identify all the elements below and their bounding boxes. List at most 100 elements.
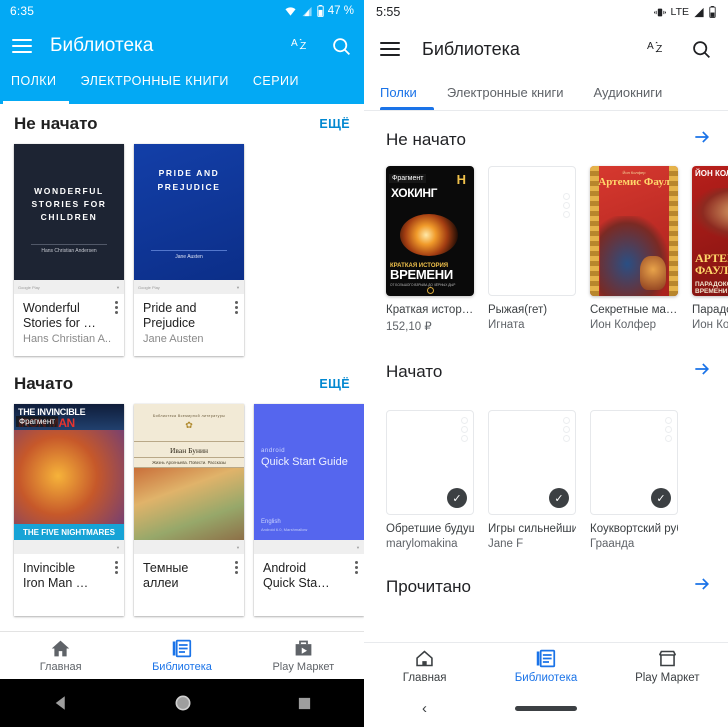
home-pill-icon[interactable] (515, 705, 577, 711)
cover-series: Библиотека Всемирной литературы (152, 414, 226, 418)
hamburger-icon[interactable] (12, 39, 32, 53)
book-card[interactable]: Библиотека Всемирной литературы ✿ Иван Б… (134, 404, 244, 616)
left-system-nav-bar (0, 679, 364, 727)
search-icon[interactable] (331, 36, 352, 57)
book-author: Hans Christian A.. (23, 333, 112, 345)
cover-title-line2: ФАУЛ (695, 263, 728, 277)
book-cover[interactable]: Фрагмент Н ХОКИНГ КРАТКАЯ ИСТОРИЯ ВРЕМЕН… (386, 166, 474, 296)
section-header-started: Начато ЕЩЁ (0, 356, 364, 398)
cover-subtitle: ОТ БОЛЬШОГО ВЗРЫВА ДО ЧЁРНЫХ ДЫР (390, 283, 456, 287)
back-triangle-icon[interactable] (52, 694, 70, 712)
tab-series[interactable]: СЕРИИ (253, 70, 307, 88)
book-cover-placeholder[interactable] (488, 166, 576, 296)
book-cover[interactable]: THE INVINCIBLE IRON MAN Фрагмент THE FIV… (14, 404, 124, 554)
overflow-menu-icon[interactable] (115, 561, 118, 574)
book-cover[interactable]: Йон Колфер Артемис Фаул (590, 166, 678, 296)
book-cover[interactable]: Библиотека Всемирной литературы ✿ Иван Б… (134, 404, 244, 554)
book-card[interactable]: PRIDE AND PREJUDICE Jane Austen Google P… (134, 144, 244, 356)
tab-ebooks[interactable]: ЭЛЕКТРОННЫЕ КНИГИ (81, 70, 237, 88)
hamburger-icon[interactable] (380, 42, 400, 56)
shelf-not-started[interactable]: Фрагмент Н ХОКИНГ КРАТКАЯ ИСТОРИЯ ВРЕМЕН… (364, 156, 728, 333)
svg-text:Z: Z (300, 41, 306, 52)
cover-author: Йон Колфер (622, 170, 646, 175)
bottom-nav-home[interactable]: Главная (364, 648, 485, 684)
book-item[interactable]: ✓ Коуквортский рубеж Граанда (590, 410, 678, 550)
book-meta: Android Quick Sta… (254, 554, 364, 616)
book-item[interactable]: Фрагмент Н ХОКИНГ КРАТКАЯ ИСТОРИЯ ВРЕМЕН… (386, 166, 474, 333)
left-content-area[interactable]: Не начато ЕЩЁ WONDERFUL STORIES FOR CHIL… (0, 104, 364, 631)
overflow-menu-icon[interactable] (235, 301, 238, 314)
book-cover[interactable]: WONDERFUL STORIES FOR CHILDREN Hans Chri… (14, 144, 124, 294)
bookmark-icon: ▼ (356, 544, 360, 550)
section-more-link[interactable]: ЕЩЁ (319, 117, 350, 131)
tab-ebooks[interactable]: Электронные книги (447, 85, 564, 100)
book-cover[interactable]: ЙОН КОЛФЕР АРТЕМИС ФАУЛ ПАРАДОКС ВРЕМЕНИ (692, 166, 728, 296)
book-item[interactable]: Рыжая(гет) Игната (488, 166, 576, 333)
recents-square-icon[interactable] (297, 696, 312, 711)
right-app-bar: Библиотека A Z (364, 24, 728, 74)
tab-audiobooks[interactable]: Аудиокниги (593, 85, 662, 100)
home-circle-icon[interactable] (173, 693, 193, 713)
book-item[interactable]: Йон Колфер Артемис Фаул Секретные ма… Йо… (590, 166, 678, 333)
book-item[interactable]: ЙОН КОЛФЕР АРТЕМИС ФАУЛ ПАРАДОКС ВРЕМЕНИ… (692, 166, 728, 333)
placeholder-dots-icon (563, 193, 570, 218)
left-appbar-actions: A Z (291, 35, 352, 57)
cover-author: ЙОН КОЛФЕР (695, 169, 728, 178)
cover-author: Jane Austen (151, 250, 227, 260)
book-item[interactable]: ✓ Игры сильнейших(г… Jane F (488, 410, 576, 550)
bottom-nav-library[interactable]: Библиотека (121, 638, 242, 673)
cover-language: English (261, 519, 281, 525)
library-icon (537, 649, 556, 668)
bottom-nav-play-store[interactable]: Play Маркет (243, 638, 364, 673)
bottom-nav-play-store[interactable]: Play Маркет (607, 648, 728, 684)
section-more-link[interactable]: ЕЩЁ (319, 377, 350, 391)
shelf-started[interactable]: THE INVINCIBLE IRON MAN Фрагмент THE FIV… (0, 398, 364, 616)
downloaded-check-icon[interactable]: ✓ (549, 488, 569, 508)
cover-title: WONDERFUL STORIES FOR CHILDREN (31, 185, 107, 222)
section-arrow-button[interactable] (692, 574, 712, 599)
sort-az-icon[interactable]: A Z (647, 38, 669, 60)
shelf-started[interactable]: ✓ Обретшие будущее(… marylomakina ✓ Игры… (364, 388, 728, 550)
emblem-icon: ✿ (185, 420, 193, 430)
bottom-nav-home[interactable]: Главная (0, 638, 121, 673)
shelf-not-started[interactable]: WONDERFUL STORIES FOR CHILDREN Hans Chri… (0, 138, 364, 356)
downloaded-check-icon[interactable]: ✓ (651, 488, 671, 508)
book-cover-placeholder[interactable]: ✓ (386, 410, 474, 515)
chevron-left-icon[interactable]: ‹ (422, 700, 427, 717)
book-cover-placeholder[interactable]: ✓ (488, 410, 576, 515)
tab-shelves[interactable]: Полки (380, 85, 417, 100)
cover-art (692, 188, 728, 240)
overflow-menu-icon[interactable] (355, 561, 358, 574)
book-title: Обретшие будущее(… (386, 523, 474, 535)
book-card[interactable]: android Quick Start Guide English Androi… (254, 404, 364, 616)
bottom-nav-label: Главная (402, 672, 447, 684)
book-item[interactable]: ✓ Обретшие будущее(… marylomakina (386, 410, 474, 550)
left-bottom-nav: Главная Библиотека Play Маркет (0, 631, 364, 679)
book-cover-placeholder[interactable]: ✓ (590, 410, 678, 515)
left-app-bar: Библиотека A Z (0, 22, 364, 70)
right-phone-screen: 5:55 LTE Библиотека A Z Полки Электронны… (364, 0, 728, 727)
book-title: Краткая истор… (386, 304, 474, 316)
bottom-nav-library[interactable]: Библиотека (485, 648, 606, 684)
bookmark-icon: ▼ (236, 284, 240, 290)
search-icon[interactable] (691, 39, 712, 60)
section-arrow-button[interactable] (692, 359, 712, 384)
downloaded-check-icon[interactable]: ✓ (447, 488, 467, 508)
book-card[interactable]: WONDERFUL STORIES FOR CHILDREN Hans Chri… (14, 144, 124, 356)
cover-title: Артемис Фаул (598, 176, 670, 188)
book-cover[interactable]: android Quick Start Guide English Androi… (254, 404, 364, 554)
svg-text:A: A (291, 38, 298, 49)
overflow-menu-icon[interactable] (115, 301, 118, 314)
section-title: Не начато (14, 114, 98, 133)
book-title: Темные аллеи (143, 561, 189, 590)
book-title: Парадокс… (692, 304, 728, 316)
book-card[interactable]: THE INVINCIBLE IRON MAN Фрагмент THE FIV… (14, 404, 124, 616)
overflow-menu-icon[interactable] (235, 561, 238, 574)
section-arrow-button[interactable] (692, 127, 712, 152)
right-content-area[interactable]: Не начато Фрагмент Н ХОКИНГ КРАТКАЯ ИСТО… (364, 111, 728, 642)
book-title: Секретные ма… (590, 304, 678, 316)
book-cover[interactable]: PRIDE AND PREJUDICE Jane Austen Google P… (134, 144, 244, 294)
tab-shelves[interactable]: ПОЛКИ (11, 70, 65, 88)
book-meta: Invincible Iron Man … (14, 554, 124, 616)
sort-az-icon[interactable]: A Z (291, 35, 313, 57)
